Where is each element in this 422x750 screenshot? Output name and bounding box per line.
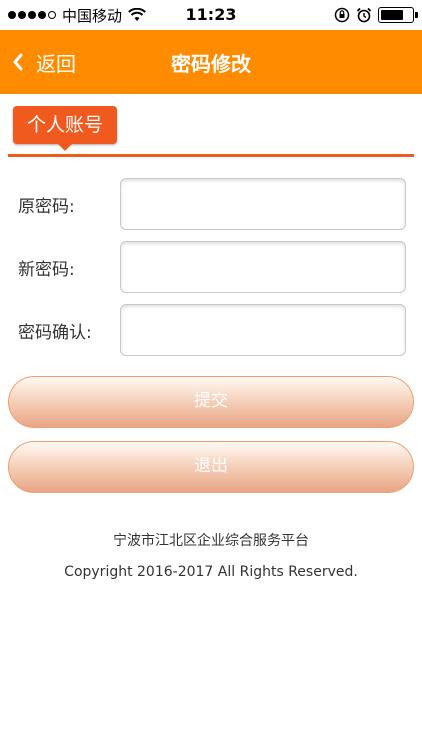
section-divider: [8, 154, 414, 157]
footer-copyright: Copyright 2016-2017 All Rights Reserved.: [64, 564, 358, 580]
nav-bar: 返回 密码修改: [0, 30, 422, 94]
page-title: 密码修改: [171, 52, 251, 76]
status-right: [334, 6, 418, 24]
old-password-row: 原密码:: [0, 178, 422, 232]
section-tab-personal-account: 个人账号: [13, 106, 118, 151]
alarm-clock-icon: [356, 7, 372, 23]
confirm-password-input[interactable]: [120, 304, 406, 356]
new-password-label: 新密码:: [18, 260, 75, 280]
new-password-row: 新密码:: [0, 241, 422, 295]
battery-icon: [378, 7, 418, 23]
confirm-password-label: 密码确认:: [18, 323, 92, 343]
new-password-input[interactable]: [120, 241, 406, 293]
section-header: 个人账号: [8, 104, 414, 158]
submit-button[interactable]: 提交: [8, 376, 414, 428]
footer-platform-name: 宁波市江北区企业综合服务平台: [113, 533, 309, 549]
exit-button[interactable]: 退出: [8, 441, 414, 493]
status-bar: 中国移动 11:23: [0, 0, 422, 30]
footer: 宁波市江北区企业综合服务平台 Copyright 2016-2017 All R…: [0, 530, 422, 594]
confirm-password-row: 密码确认:: [0, 304, 422, 358]
old-password-label: 原密码:: [18, 197, 75, 217]
old-password-input[interactable]: [120, 178, 406, 230]
rotation-lock-icon: [334, 7, 350, 23]
